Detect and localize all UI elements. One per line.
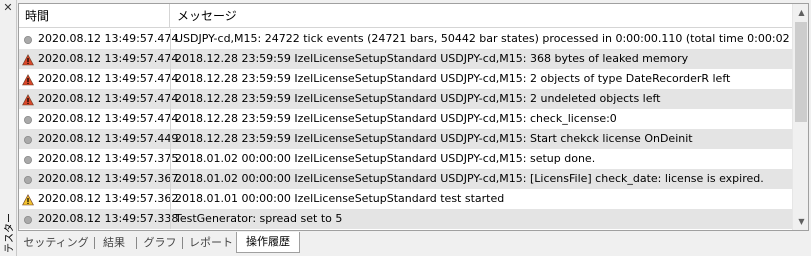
row-message: 2018.12.28 23:59:59 IzelLicenseSetupStan… <box>175 72 731 85</box>
journal-list[interactable]: 2020.08.12 13:49:57.474 USDJPY-cd,M15: 24… <box>19 29 792 229</box>
table-row[interactable]: 2020.08.12 13:49:57.338 TestGenerator: sp… <box>19 209 792 229</box>
column-header-message[interactable]: メッセージ <box>171 4 791 28</box>
table-row[interactable]: 2020.08.12 13:49:57.474 2018.12.28 23:59:… <box>19 49 792 69</box>
row-time: 2020.08.12 13:49:57.474 <box>38 72 179 85</box>
warning-red-icon <box>22 53 34 66</box>
tab-2[interactable]: グラフ <box>142 234 178 252</box>
info-dot-icon <box>22 113 34 125</box>
tab-separator <box>94 237 95 249</box>
row-message: 2018.01.02 00:00:00 IzelLicenseSetupStan… <box>175 152 596 165</box>
journal-panel: 時間 メッセージ 2020.08.12 13:49:57.474 USDJPY-c… <box>18 3 809 231</box>
scroll-down-icon[interactable]: ▼ <box>793 213 808 230</box>
info-dot-icon <box>22 133 34 145</box>
row-time: 2020.08.12 13:49:57.474 <box>38 32 179 45</box>
info-dot-icon <box>22 213 34 225</box>
info-dot-icon <box>22 173 34 185</box>
column-divider <box>170 129 171 149</box>
column-divider <box>170 189 171 209</box>
tab-3[interactable]: レポート <box>188 234 234 252</box>
row-time: 2020.08.12 13:49:57.474 <box>38 92 179 105</box>
scroll-thumb[interactable] <box>795 22 807 122</box>
column-divider <box>170 109 171 129</box>
table-row[interactable]: 2020.08.12 13:49:57.474 2018.12.28 23:59:… <box>19 89 792 109</box>
table-row[interactable]: 2020.08.12 13:49:57.375 2018.01.02 00:00:… <box>19 149 792 169</box>
row-time: 2020.08.12 13:49:57.474 <box>38 112 179 125</box>
row-time: 2020.08.12 13:49:57.362 <box>38 192 179 205</box>
row-message: 2018.12.28 23:59:59 IzelLicenseSetupStan… <box>175 92 661 105</box>
row-message: 2018.01.01 00:00:00 IzelLicenseSetupStan… <box>175 192 505 205</box>
tab-1[interactable]: 結果 <box>96 234 132 252</box>
table-row[interactable]: 2020.08.12 13:49:57.474 2018.12.28 23:59:… <box>19 109 792 129</box>
row-message: USDJPY-cd,M15: 24722 tick events (24721 … <box>175 32 790 45</box>
row-time: 2020.08.12 13:49:57.367 <box>38 172 179 185</box>
row-message: 2018.12.28 23:59:59 IzelLicenseSetupStan… <box>175 112 617 125</box>
row-message: 2018.12.28 23:59:59 IzelLicenseSetupStan… <box>175 52 689 65</box>
row-time: 2020.08.12 13:49:57.338 <box>38 212 179 225</box>
tab-separator <box>136 237 137 249</box>
tester-title: テスター <box>1 213 16 253</box>
warning-red-icon <box>22 93 34 106</box>
tester-window: ✕ テスター 時間 メッセージ 2020.08.12 13:49:57.474 U… <box>0 0 811 256</box>
tab-0[interactable]: セッティング <box>22 234 90 252</box>
table-row[interactable]: 2020.08.12 13:49:57.474 USDJPY-cd,M15: 24… <box>19 29 792 49</box>
column-header-time[interactable]: 時間 <box>19 4 170 28</box>
table-row[interactable]: 2020.08.12 13:49:57.449 2018.12.28 23:59:… <box>19 129 792 149</box>
close-icon[interactable]: ✕ <box>2 2 14 14</box>
table-row[interactable]: 2020.08.12 13:49:57.474 2018.12.28 23:59:… <box>19 69 792 89</box>
column-divider <box>170 49 171 69</box>
tab-4[interactable]: 操作履歴 <box>236 232 300 253</box>
table-row[interactable]: 2020.08.12 13:49:57.367 2018.01.02 00:00:… <box>19 169 792 189</box>
tester-tabs: セッティング 結果 グラフ レポート 操作履歴 <box>18 232 809 254</box>
scroll-up-icon[interactable]: ▲ <box>793 4 808 21</box>
column-divider <box>170 89 171 109</box>
column-divider <box>170 169 171 189</box>
info-dot-icon <box>22 153 34 165</box>
row-time: 2020.08.12 13:49:57.375 <box>38 152 179 165</box>
column-divider <box>170 29 171 49</box>
tester-title-text: テスター <box>4 213 16 253</box>
row-time: 2020.08.12 13:49:57.449 <box>38 132 179 145</box>
table-row[interactable]: 2020.08.12 13:49:57.362 2018.01.01 00:00:… <box>19 189 792 209</box>
tab-separator <box>182 237 183 249</box>
row-message: 2018.12.28 23:59:59 IzelLicenseSetupStan… <box>175 132 693 145</box>
column-divider <box>170 209 171 229</box>
table-header: 時間 メッセージ <box>19 4 792 28</box>
row-message: TestGenerator: spread set to 5 <box>175 212 343 225</box>
column-divider <box>170 149 171 169</box>
tester-side-bar: ✕ テスター <box>0 0 17 256</box>
row-message: 2018.01.02 00:00:00 IzelLicenseSetupStan… <box>175 172 764 185</box>
warning-yellow-icon <box>22 193 34 206</box>
column-divider <box>170 69 171 89</box>
warning-red-icon <box>22 73 34 86</box>
row-time: 2020.08.12 13:49:57.474 <box>38 52 179 65</box>
info-dot-icon <box>22 33 34 45</box>
vertical-scrollbar[interactable]: ▲ ▼ <box>792 4 808 230</box>
